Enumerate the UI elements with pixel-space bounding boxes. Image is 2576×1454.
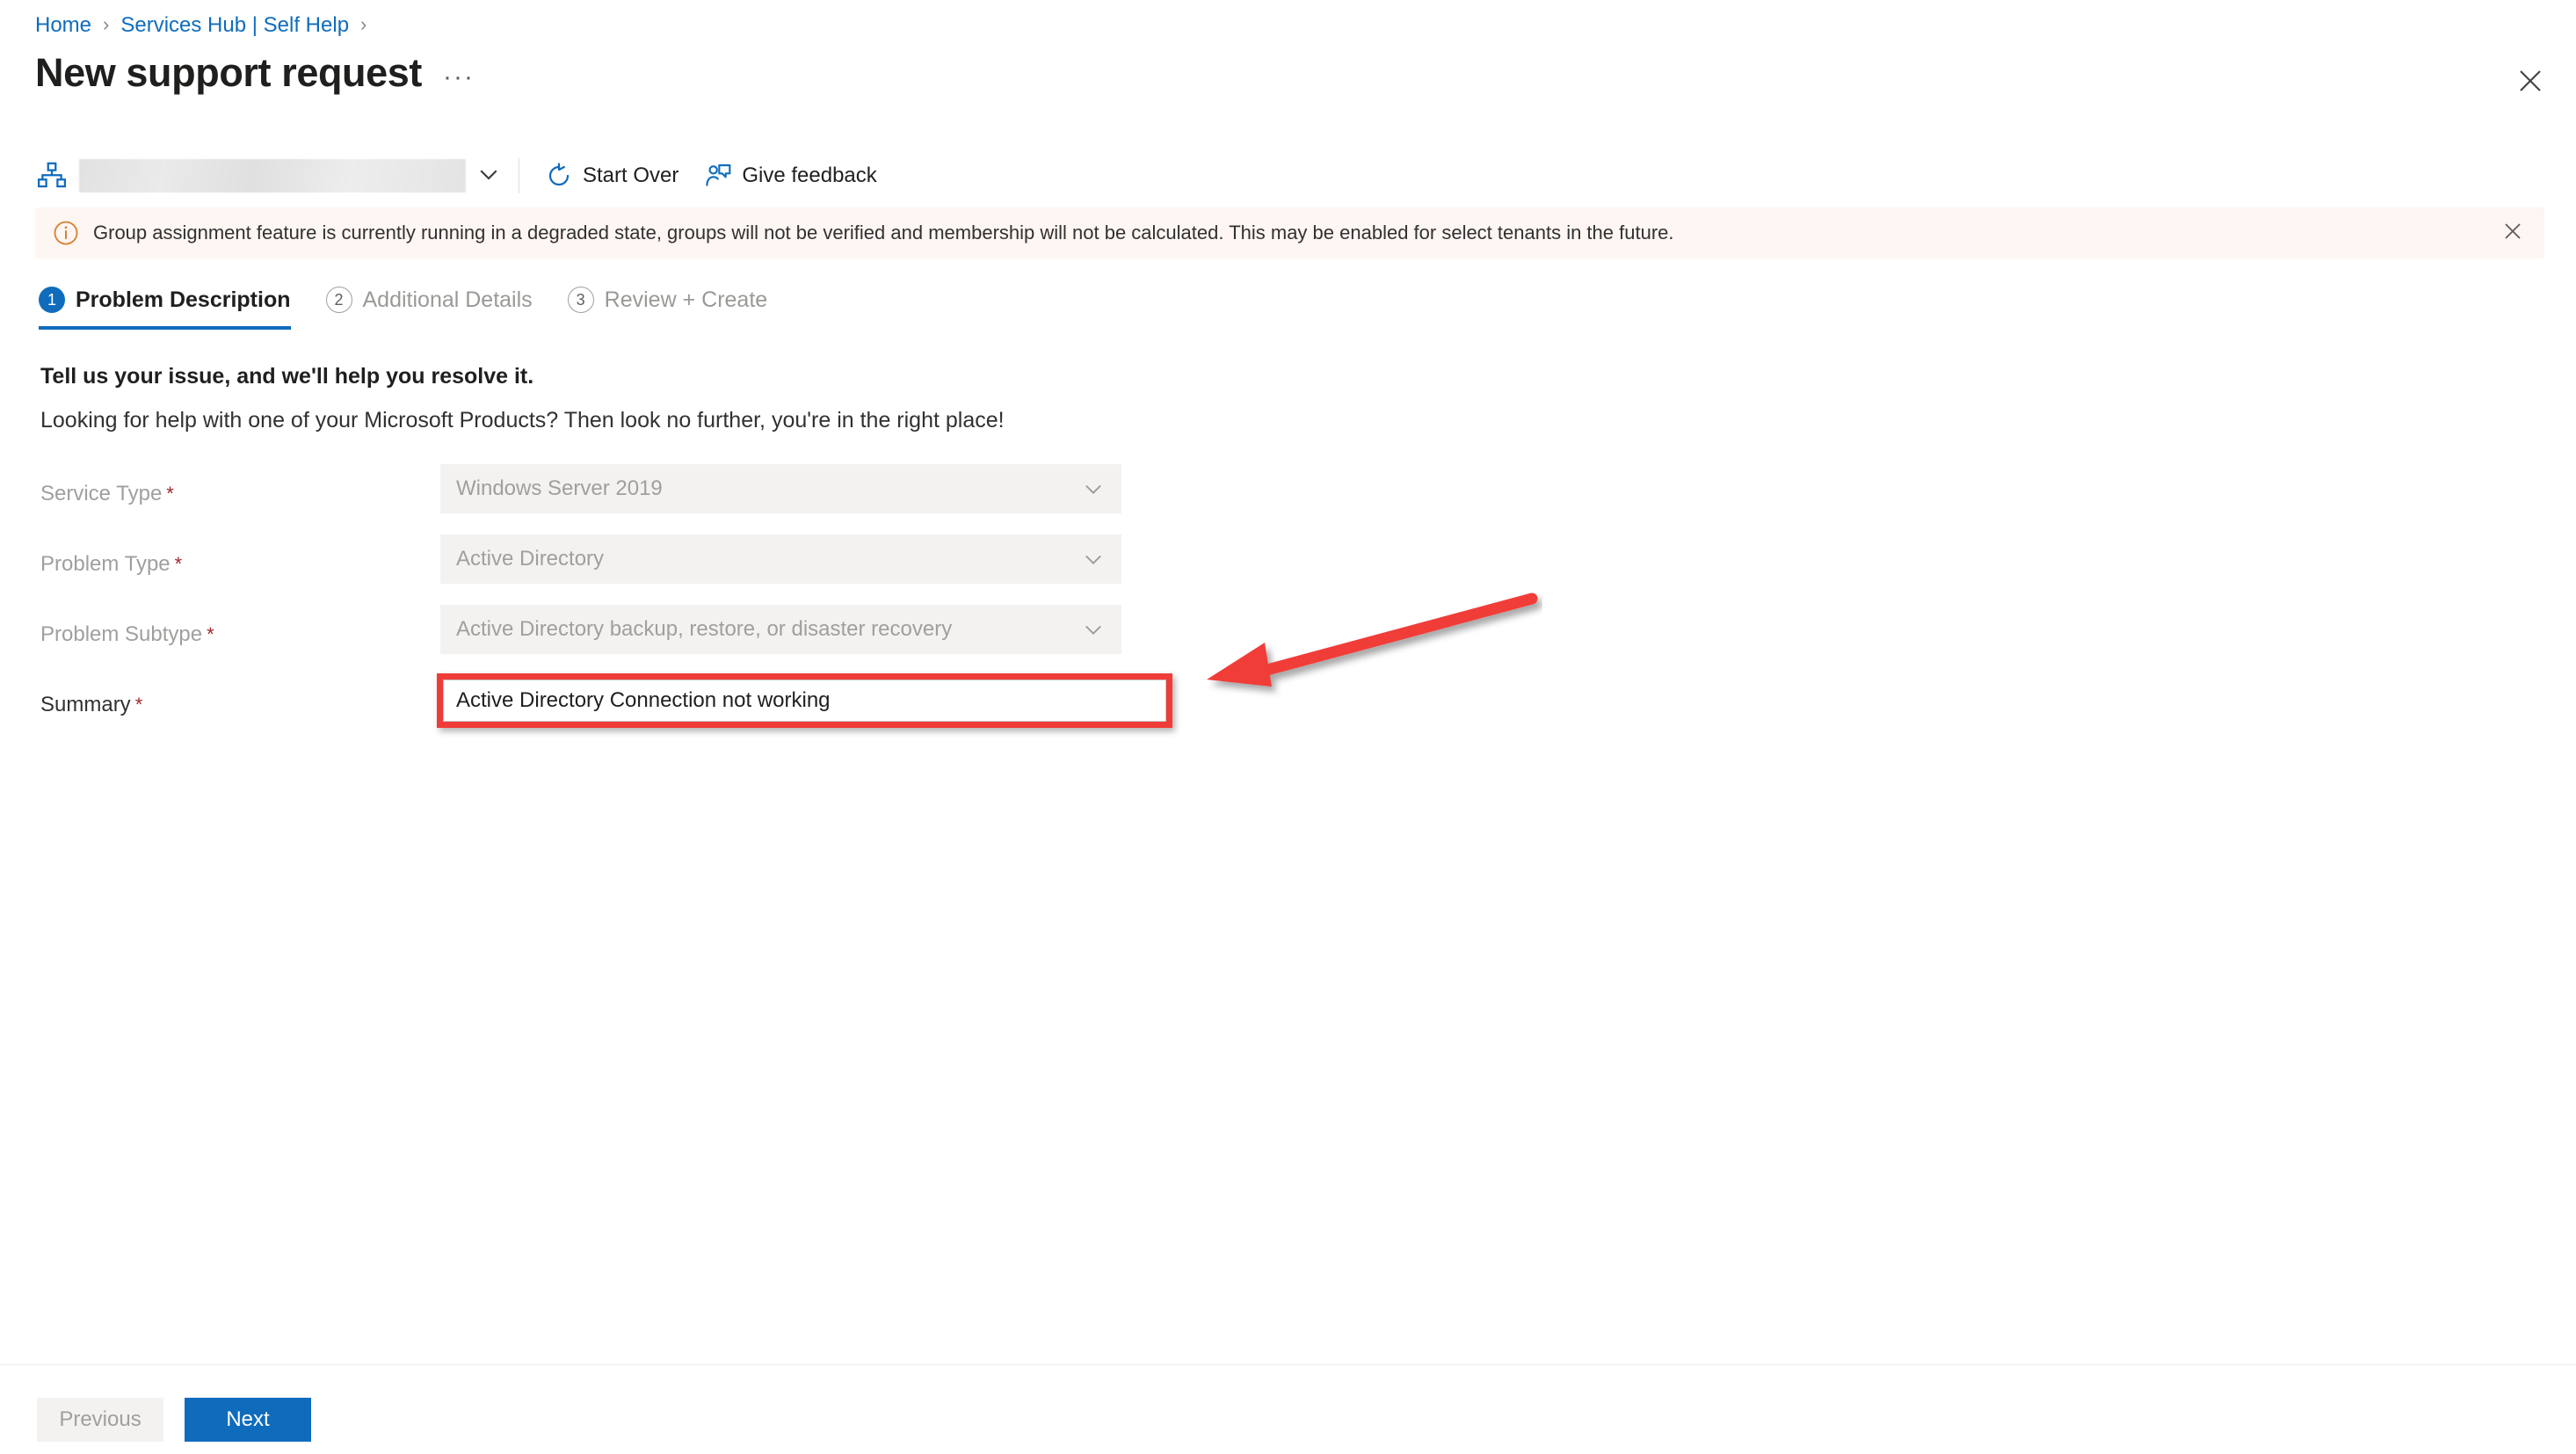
service-type-label: Service Type * xyxy=(40,482,174,505)
chevron-down-icon xyxy=(1079,615,1107,643)
more-options-button[interactable]: ··· xyxy=(443,64,475,95)
next-button[interactable]: Next xyxy=(185,1398,311,1442)
chevron-down-icon xyxy=(1079,475,1107,503)
breadcrumb-separator-icon: › xyxy=(103,13,110,35)
command-toolbar: Start Over Give feedback xyxy=(35,151,889,200)
start-over-label: Start Over xyxy=(583,164,679,187)
content-heading: Tell us your issue, and we'll help you r… xyxy=(40,364,534,389)
wizard-steps: 1 Problem Description 2 Additional Detai… xyxy=(39,277,802,330)
give-feedback-button[interactable]: Give feedback xyxy=(691,156,889,195)
content-subheading: Looking for help with one of your Micros… xyxy=(40,408,1005,433)
step-number-badge: 1 xyxy=(39,287,65,313)
refresh-icon xyxy=(544,161,574,191)
field-problem-type: Problem Type * Active Directory xyxy=(40,534,1183,605)
problem-subtype-value: Active Directory backup, restore, or dis… xyxy=(456,617,953,641)
close-blade-button[interactable] xyxy=(2509,60,2551,102)
tab-problem-description[interactable]: 1 Problem Description xyxy=(39,277,291,330)
new-support-request-page: Home › Services Hub | Self Help › New su… xyxy=(0,0,2576,1454)
required-marker: * xyxy=(166,483,174,505)
breadcrumb-item-home[interactable]: Home xyxy=(35,12,91,39)
organization-select-chevron[interactable] xyxy=(466,158,512,193)
banner-message: Group assignment feature is currently ru… xyxy=(93,222,1674,244)
problem-subtype-dropdown[interactable]: Active Directory backup, restore, or dis… xyxy=(440,605,1121,654)
close-icon xyxy=(2502,221,2523,246)
field-problem-subtype: Problem Subtype * Active Directory backup… xyxy=(40,605,1183,675)
breadcrumb: Home › Services Hub | Self Help › xyxy=(35,12,378,39)
step-number-badge: 2 xyxy=(325,287,352,313)
start-over-button[interactable]: Start Over xyxy=(532,156,691,195)
problem-type-value: Active Directory xyxy=(456,547,605,571)
breadcrumb-item-services-hub[interactable]: Services Hub | Self Help xyxy=(120,12,349,39)
chevron-down-icon xyxy=(475,161,502,192)
field-service-type: Service Type * Windows Server 2019 xyxy=(40,464,1183,534)
step-label: Problem Description xyxy=(76,287,291,312)
active-step-indicator xyxy=(39,326,291,330)
page-title: New support request xyxy=(35,50,422,95)
footer-divider xyxy=(0,1364,2576,1365)
tab-review-create[interactable]: 3 Review + Create xyxy=(567,277,768,323)
breadcrumb-separator-icon: › xyxy=(360,13,367,35)
org-hierarchy-icon xyxy=(35,159,69,193)
problem-type-label: Problem Type * xyxy=(40,552,183,576)
step-label: Additional Details xyxy=(362,287,533,312)
organization-select[interactable] xyxy=(79,159,466,193)
required-marker: * xyxy=(174,553,183,575)
wizard-footer: Previous Next xyxy=(37,1398,311,1442)
tab-additional-details[interactable]: 2 Additional Details xyxy=(325,277,533,323)
problem-subtype-label: Problem Subtype * xyxy=(40,622,214,646)
summary-input[interactable] xyxy=(456,688,1153,713)
annotation-arrow xyxy=(1191,576,1542,716)
dismiss-banner-button[interactable] xyxy=(2493,214,2532,252)
step-label: Review + Create xyxy=(604,287,768,312)
degraded-state-banner: Group assignment feature is currently ru… xyxy=(35,207,2544,258)
close-icon xyxy=(2518,69,2543,93)
page-header: New support request ··· xyxy=(35,47,475,95)
feedback-person-icon xyxy=(703,161,733,191)
summary-input-highlight xyxy=(437,673,1172,728)
required-marker: * xyxy=(207,623,214,645)
service-type-dropdown[interactable]: Windows Server 2019 xyxy=(440,464,1121,513)
give-feedback-label: Give feedback xyxy=(742,164,877,187)
step-number-badge: 3 xyxy=(567,287,594,313)
problem-type-dropdown[interactable]: Active Directory xyxy=(440,534,1121,584)
previous-button[interactable]: Previous xyxy=(37,1398,163,1442)
info-circle-icon xyxy=(51,218,81,248)
required-marker: * xyxy=(134,694,143,716)
chevron-down-icon xyxy=(1079,545,1107,573)
service-type-value: Windows Server 2019 xyxy=(456,476,663,500)
summary-label: Summary * xyxy=(40,693,143,716)
